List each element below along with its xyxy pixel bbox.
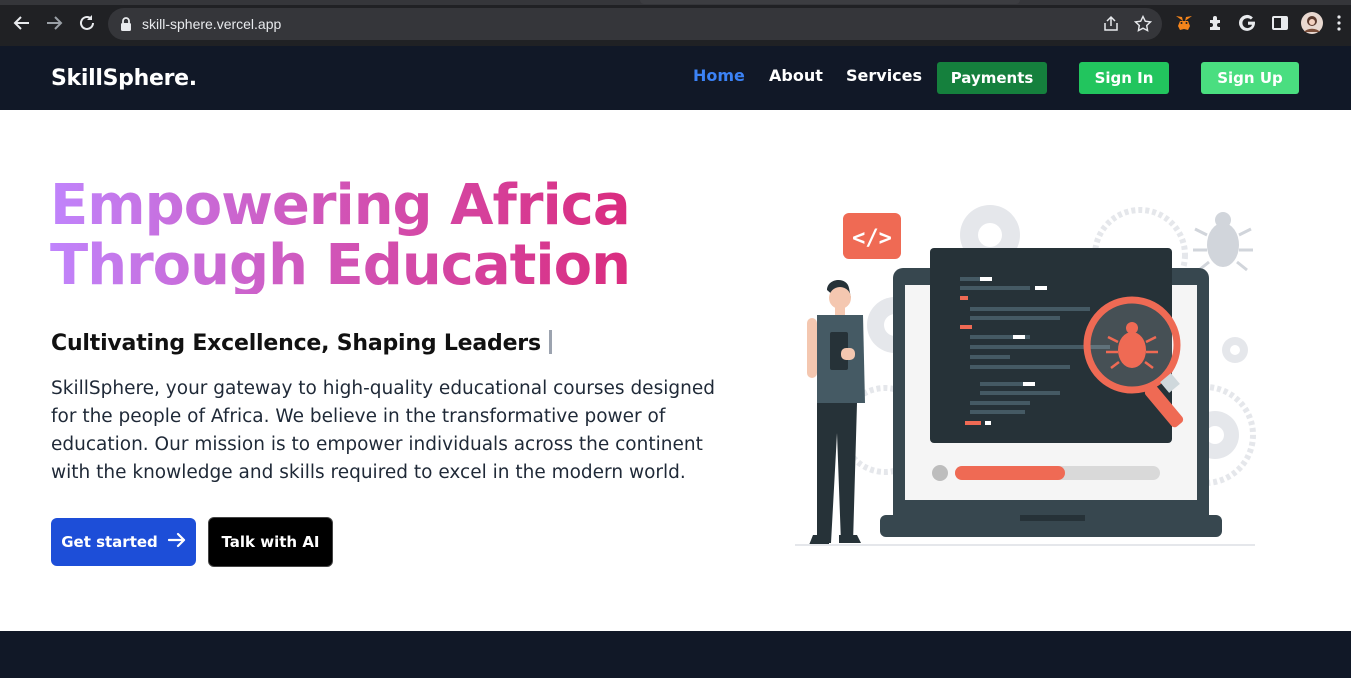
hero-illustration: </>	[795, 190, 1265, 560]
reload-icon[interactable]	[76, 12, 98, 34]
back-icon[interactable]	[11, 12, 33, 34]
active-tab-edge	[640, 0, 1020, 4]
nav-link-home[interactable]: Home	[693, 66, 745, 85]
address-bar[interactable]: skill-sphere.vercel.app	[108, 8, 1162, 40]
hero-title: Empowering Africa Through Education	[50, 176, 670, 294]
arrow-right-icon	[167, 532, 186, 552]
share-icon[interactable]	[1102, 15, 1120, 33]
forward-icon[interactable]	[43, 12, 65, 34]
person-figure	[807, 279, 865, 545]
code-badge-text: </>	[852, 226, 892, 251]
progress-fill	[955, 466, 1065, 480]
google-icon[interactable]	[1238, 13, 1258, 33]
typing-cursor	[548, 330, 552, 354]
site-navbar: SkillSphere. Home About Services Payment…	[0, 46, 1351, 110]
profile-avatar[interactable]	[1300, 11, 1324, 35]
menu-icon[interactable]	[1336, 13, 1346, 33]
hero-description: SkillSphere, your gateway to high-qualit…	[51, 378, 715, 483]
hero-title-line-1: Empowering Africa	[50, 176, 630, 238]
bug-icon	[1193, 212, 1253, 272]
url-text[interactable]: skill-sphere.vercel.app	[142, 16, 281, 32]
get-started-label: Get started	[61, 533, 158, 551]
nav-link-services[interactable]: Services	[846, 66, 922, 85]
lock-icon[interactable]	[120, 17, 132, 36]
star-icon[interactable]	[1133, 14, 1153, 33]
metamask-icon[interactable]	[1174, 13, 1194, 33]
sign-in-button[interactable]: Sign In	[1079, 62, 1169, 94]
site-logo[interactable]: SkillSphere.	[51, 66, 197, 91]
payments-button[interactable]: Payments	[937, 62, 1047, 94]
hero-title-line-2: Through Education	[50, 233, 630, 294]
sidepanel-icon[interactable]	[1270, 13, 1290, 33]
footer-section	[0, 631, 1351, 678]
nav-link-about[interactable]: About	[769, 66, 823, 85]
talk-with-ai-button[interactable]: Talk with AI	[208, 517, 333, 567]
hero-subtitle: Cultivating Excellence, Shaping Leaders	[51, 330, 552, 356]
sign-up-button[interactable]: Sign Up	[1201, 62, 1299, 94]
hero-subtitle-text: Cultivating Excellence, Shaping Leaders	[51, 331, 541, 356]
get-started-button[interactable]: Get started	[51, 518, 196, 566]
extensions-icon[interactable]	[1206, 13, 1226, 33]
browser-toolbar: skill-sphere.vercel.app	[0, 0, 1351, 46]
